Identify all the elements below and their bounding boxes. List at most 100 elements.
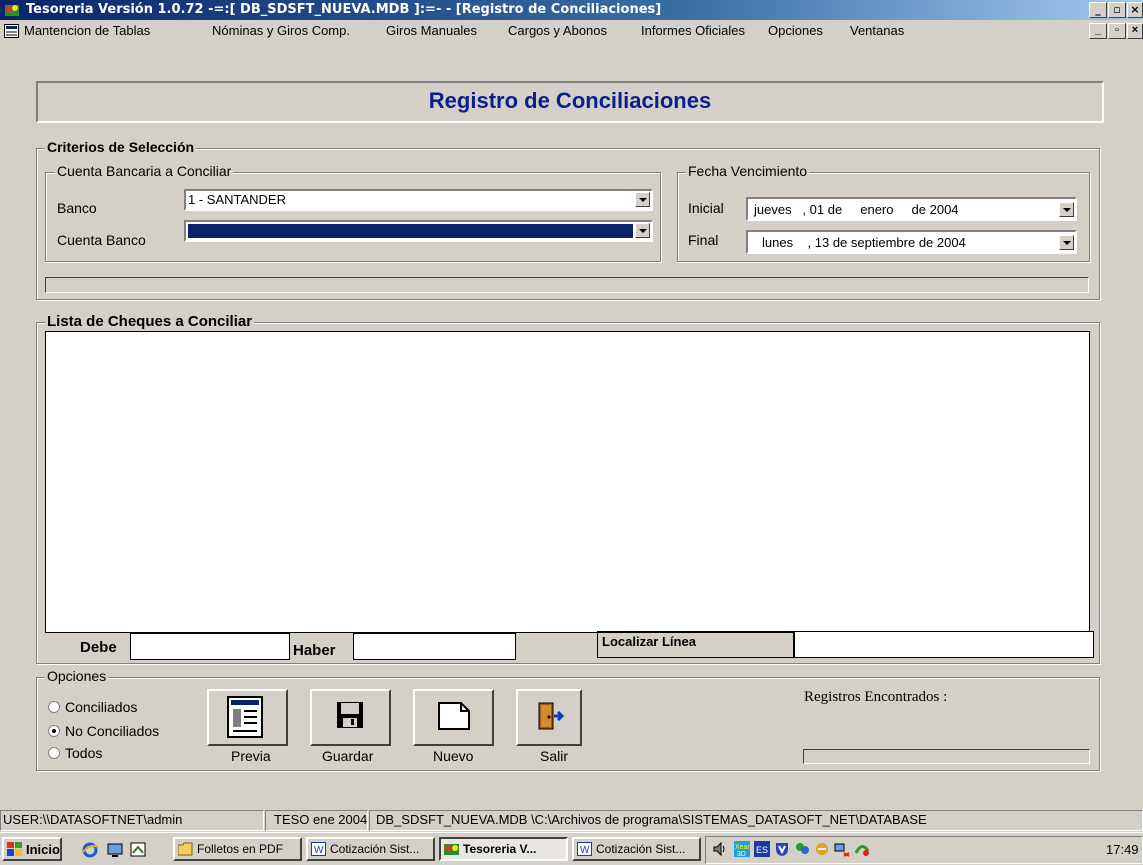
volume-icon[interactable] (712, 841, 728, 857)
task-cotizacion-2-label: Cotización Sist... (596, 842, 686, 856)
status-period: TESO ene 2004 (274, 812, 368, 827)
task-folletos-label: Folletos en PDF (197, 842, 284, 856)
menu-cargos-abonos[interactable]: Cargos y Abonos (508, 23, 607, 38)
floppy-disk-icon (337, 702, 363, 728)
word-document-icon: W (311, 842, 326, 856)
child-minimize-icon[interactable]: _ (1089, 23, 1107, 39)
start-label: Inicio (26, 842, 60, 857)
report-preview-icon (227, 696, 263, 738)
sync-icon[interactable] (814, 841, 830, 857)
svg-text:3D: 3D (737, 851, 746, 857)
menu-informes[interactable]: Informes Oficiales (641, 23, 745, 38)
menu-mantencion[interactable]: Mantencion de Tablas (24, 23, 150, 38)
start-button[interactable]: Inicio (2, 837, 62, 861)
menu-ventanas[interactable]: Ventanas (850, 23, 904, 38)
radio-todos-label: Todos (65, 745, 103, 761)
minimize-icon[interactable]: _ (1089, 2, 1107, 18)
child-close-icon[interactable]: × (1127, 23, 1143, 39)
new-document-icon (438, 702, 470, 730)
bank-label: Banco (57, 200, 97, 216)
criteria-legend: Criterios de Selección (45, 139, 197, 155)
task-cotizacion-2[interactable]: W Cotización Sist... (572, 837, 701, 861)
account-select[interactable] (184, 220, 653, 242)
antivirus-shield-icon[interactable] (774, 841, 790, 857)
save-button[interactable] (310, 689, 391, 746)
locate-line-input[interactable] (794, 631, 1094, 658)
cheque-list[interactable] (45, 331, 1090, 633)
new-button[interactable] (413, 689, 494, 746)
heading-panel: Registro de Conciliaciones (36, 81, 1104, 123)
bank-select-value: 1 - SANTANDER (188, 192, 286, 207)
start-date-value: jueves , 01 de enero de 2004 (754, 202, 959, 217)
credit-field[interactable] (353, 633, 516, 660)
locate-line-label: Localizar Línea (602, 634, 696, 649)
status-bar: USER:\\DATASOFTNET\admin TESO ene 2004 D… (0, 808, 1143, 832)
radio-no-conciliados-label: No Conciliados (65, 723, 160, 739)
task-tesoreria[interactable]: Tesoreria V... (439, 837, 568, 861)
title-bar: Tesoreria Versión 1.0.72 -=:[ DB_SDSFT_N… (0, 0, 1143, 20)
internet-explorer-icon[interactable] (81, 841, 99, 859)
menu-opciones[interactable]: Opciones (768, 23, 823, 38)
account-selection-highlight (188, 224, 633, 238)
end-date-value: lunes , 13 de septiembre de 2004 (762, 235, 966, 250)
windows-logo-icon (7, 842, 22, 856)
criteria-progress-bar (45, 277, 1089, 293)
task-cotizacion-1[interactable]: W Cotización Sist... (306, 837, 435, 861)
messenger-icon[interactable] (794, 841, 810, 857)
app-icon (5, 5, 19, 16)
exit-button[interactable] (516, 689, 582, 746)
chevron-down-icon[interactable] (635, 223, 650, 238)
document-icon[interactable] (4, 24, 19, 38)
tesoreria-app-icon (444, 844, 459, 855)
debit-field[interactable] (130, 633, 290, 660)
svg-text:ES: ES (756, 845, 768, 855)
exit-label: Salir (540, 748, 569, 764)
records-progress-bar (803, 749, 1090, 764)
window-title: Tesoreria Versión 1.0.72 -=:[ DB_SDSFT_N… (26, 2, 662, 17)
clock: 17:49 (1106, 842, 1139, 857)
chevron-down-icon[interactable] (1059, 202, 1074, 217)
language-es-icon[interactable]: ES (754, 841, 770, 857)
network-icon[interactable] (106, 841, 124, 859)
close-icon[interactable]: × (1127, 2, 1143, 18)
menu-bar: Mantencion de Tablas Nóminas y Giros Com… (0, 20, 1143, 42)
svg-text:W: W (580, 845, 590, 856)
status-path-panel: DB_SDSFT_NUEVA.MDB \C:\Archivos de progr… (369, 810, 1143, 831)
save-label: Guardar (322, 748, 374, 764)
account-label: Cuenta Banco (57, 232, 146, 248)
list-legend: Lista de Cheques a Conciliar (45, 313, 255, 330)
radio-conciliados-label: Conciliados (65, 699, 138, 715)
child-window-controls: _ ▫ × (1088, 23, 1143, 39)
chevron-down-icon[interactable] (635, 192, 650, 207)
credit-label: Haber (293, 642, 336, 659)
desktop-icon[interactable] (129, 841, 147, 859)
network-connection-icon[interactable] (834, 841, 850, 857)
options-legend: Opciones (45, 668, 109, 684)
status-user: USER:\\DATASOFTNET\admin (3, 812, 183, 827)
new-label: Nuevo (433, 748, 474, 764)
start-date-picker[interactable]: jueves , 01 de enero de 2004 (746, 197, 1077, 221)
task-folletos[interactable]: Folletos en PDF (173, 837, 302, 861)
menu-giros-manuales[interactable]: Giros Manuales (386, 23, 477, 38)
xear-icon[interactable]: Xear3D (734, 841, 750, 857)
task-cotizacion-1-label: Cotización Sist... (330, 842, 420, 856)
child-maximize-icon[interactable]: ▫ (1108, 23, 1126, 39)
maximize-icon[interactable]: ▫ (1108, 2, 1126, 18)
end-date-label: Final (688, 232, 719, 248)
radio-todos-dot[interactable] (48, 747, 60, 759)
end-date-picker[interactable]: lunes , 13 de septiembre de 2004 (746, 230, 1077, 254)
records-found-label: Registros Encontrados : (804, 689, 948, 705)
folder-icon (178, 842, 193, 856)
account-group-legend: Cuenta Bancaria a Conciliar (55, 163, 234, 179)
menu-nominas[interactable]: Nóminas y Giros Comp. (212, 23, 350, 38)
security-center-icon[interactable] (854, 841, 870, 857)
preview-button[interactable] (207, 689, 288, 746)
radio-conciliados-dot[interactable] (48, 701, 60, 713)
taskbar: Inicio Folletos en PDF W Cotización Sist… (0, 832, 1143, 865)
svg-text:Xear: Xear (735, 844, 750, 851)
bank-select[interactable]: 1 - SANTANDER (184, 189, 653, 211)
word-document-icon: W (577, 842, 592, 856)
radio-no-conciliados-dot[interactable] (48, 725, 60, 737)
chevron-down-icon[interactable] (1059, 235, 1074, 250)
svg-text:W: W (314, 845, 324, 856)
